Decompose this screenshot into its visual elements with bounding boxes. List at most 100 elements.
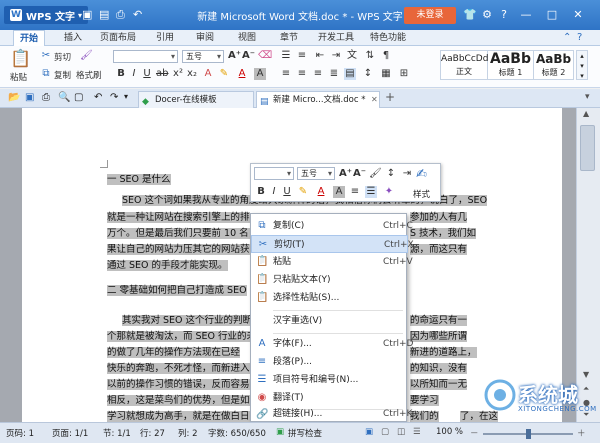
doc-line[interactable]: 通过 SEO 的手段才能实现。 — [107, 258, 228, 273]
font-color-icon[interactable]: A — [315, 186, 327, 198]
float-size-select[interactable]: 五号 — [297, 167, 335, 180]
paste-label[interactable]: 粘贴 — [10, 71, 27, 83]
cut-button[interactable]: 剪切 — [54, 51, 71, 63]
tab-references[interactable]: 引用 — [156, 30, 174, 46]
grow-font-icon[interactable]: A⁺ — [228, 50, 241, 62]
menu-copy[interactable]: ⧉ 复制(C) Ctrl+C — [251, 217, 412, 235]
doc-heading-1[interactable]: 一 SEO 是什么 — [107, 172, 171, 187]
chevron-up-icon[interactable]: ⌃ — [563, 32, 571, 43]
menu-translate[interactable]: ◉ 翻译(T) — [251, 389, 408, 407]
italic-icon[interactable]: I — [128, 68, 140, 80]
tab-home[interactable]: 开始 — [13, 30, 46, 46]
print-preview-icon[interactable]: 🔍 — [58, 92, 70, 103]
tab-document[interactable]: ▤ 新建 Micro...文档.doc * ✕ — [256, 91, 380, 108]
doc-line[interactable]: 果让自己的网站力压其它的网站获 — [107, 242, 250, 257]
chinese-layout-icon[interactable]: 文 — [346, 50, 358, 62]
doc-line-right[interactable]: 新进的道路上， — [410, 345, 477, 360]
highlight-icon[interactable]: ✎ — [218, 68, 230, 80]
bold-icon[interactable]: B — [255, 186, 267, 198]
decrease-indent-icon[interactable]: ⇤ — [314, 50, 326, 62]
tab-developer[interactable]: 开发工具 — [318, 30, 354, 46]
menu-paste[interactable]: 📋 粘贴 Ctrl+V — [251, 253, 413, 271]
increase-indent-icon[interactable]: ⇥ — [330, 50, 342, 62]
status-line[interactable]: 行: 27 — [140, 427, 165, 439]
style-heading2[interactable]: AaBb 标题 2 — [534, 50, 574, 80]
status-zoom[interactable]: 100 % — [436, 427, 463, 437]
align-center-icon[interactable]: ≡ — [296, 68, 308, 80]
format-painter-icon[interactable]: 🖌 — [80, 50, 93, 62]
copy-icon[interactable]: ⧉ — [40, 68, 52, 80]
align-icon[interactable]: ≡ — [349, 186, 361, 198]
styles-button[interactable]: 样式 — [413, 188, 430, 200]
print-icon[interactable]: ⎙ — [42, 92, 50, 103]
status-col[interactable]: 列: 2 — [178, 427, 197, 439]
font-size-select[interactable]: 五号 — [182, 50, 224, 63]
help-icon[interactable]: ? — [497, 8, 511, 22]
doc-line[interactable]: 以前的操作习惯的错误，反而容易 — [107, 377, 250, 392]
format-painter-icon[interactable]: ✦ — [383, 186, 395, 198]
menu-hyperlink[interactable]: 🔗 超链接(H)... Ctrl+K — [251, 407, 412, 422]
doc-line-right[interactable]: 因为哪些所谓 — [410, 329, 468, 344]
view-outline-icon[interactable]: ☰ — [413, 427, 421, 437]
open-folder-icon[interactable]: 📂 — [8, 92, 20, 103]
indent-icon[interactable]: ⇥ — [401, 168, 413, 180]
char-shading-icon[interactable]: A — [333, 186, 345, 198]
clear-format-icon[interactable]: ⌫ — [258, 50, 272, 62]
shrink-font-icon[interactable]: A⁻ — [242, 50, 255, 62]
zoom-slider-thumb[interactable] — [526, 429, 531, 439]
italic-icon[interactable]: I — [268, 186, 280, 198]
line-spacing-icon[interactable]: ↕ — [362, 68, 374, 80]
doc-line-right[interactable]: 以所知而一无 — [410, 377, 468, 392]
status-page[interactable]: 页码: 1 — [6, 427, 34, 439]
redo-icon[interactable]: ↷ — [110, 92, 118, 103]
format-painter-icon[interactable]: 🖌 — [369, 168, 382, 180]
zoom-out-icon[interactable]: － — [470, 427, 479, 439]
superscript-icon[interactable]: x² — [172, 68, 184, 80]
minimize-icon[interactable]: — — [519, 8, 533, 22]
chevron-down-icon[interactable]: ▾ — [124, 92, 128, 101]
pdf-icon[interactable]: ▢ — [74, 92, 83, 103]
numbering-icon[interactable]: ≡ — [296, 50, 308, 62]
doc-line-right[interactable]: 的命运只有一 — [410, 313, 468, 328]
menu-cut[interactable]: ✂ 剪切(T) Ctrl+X — [251, 235, 414, 253]
tab-page-layout[interactable]: 页面布局 — [100, 30, 136, 46]
doc-line[interactable]: 其实我对 SEO 这个行业的判断是 — [122, 313, 262, 328]
style-normal[interactable]: AaBbCcDd 正文 — [440, 50, 488, 80]
close-tab-icon[interactable]: ✕ — [371, 92, 378, 108]
doc-line-right[interactable]: 参加的人有几 — [410, 210, 468, 225]
view-print-icon[interactable]: ▣ — [365, 427, 373, 437]
tab-sections[interactable]: 章节 — [280, 30, 298, 46]
tab-list-icon[interactable]: ▾ — [585, 92, 590, 102]
view-full-icon[interactable]: ▢ — [381, 427, 389, 437]
line-spacing-icon[interactable]: ↕ — [385, 168, 397, 180]
tab-docer-templates[interactable]: ◆ Docer-在线模板 — [138, 91, 254, 108]
tab-review[interactable]: 审阅 — [196, 30, 214, 46]
copy-button[interactable]: 复制 — [54, 69, 71, 81]
maximize-icon[interactable]: □ — [545, 8, 559, 22]
strikethrough-icon[interactable]: ab — [156, 68, 168, 80]
borders-icon[interactable]: ⊞ — [398, 68, 410, 80]
align-left-icon[interactable]: ≡ — [280, 68, 292, 80]
list-icon[interactable]: ☰ — [365, 186, 377, 198]
float-font-select[interactable] — [254, 167, 294, 180]
menu-bullets[interactable]: ☰ 项目符号和编号(N)... — [251, 371, 408, 389]
menu-hanzi-reselect[interactable]: 汉字重选(V) — [251, 312, 408, 330]
doc-line[interactable]: 相反，这是菜鸟们的优势，但是如何 — [107, 393, 260, 408]
help-circle-icon[interactable]: ? — [577, 32, 582, 43]
new-tab-icon[interactable]: + — [385, 90, 395, 104]
doc-heading-2[interactable]: 二 零基础如何把自己打造成 SEO — [107, 283, 247, 298]
doc-line[interactable]: 的做了几年的操作方法现在已经 — [107, 345, 241, 360]
bullets-icon[interactable]: ☰ — [280, 50, 292, 62]
status-words[interactable]: 字数: 650/650 — [208, 427, 266, 439]
doc-line[interactable]: 万个。但是最后我们只要前 10 名， — [107, 226, 259, 241]
status-spellcheck[interactable]: 拼写检查 — [288, 427, 322, 439]
tab-insert[interactable]: 插入 — [64, 30, 82, 46]
paste-icon[interactable]: 📋 — [10, 49, 32, 69]
tab-view[interactable]: 视图 — [238, 30, 256, 46]
doc-line[interactable]: 学习就想成为高手，就是在做白日 — [107, 409, 250, 422]
sort-icon[interactable]: ⇅ — [364, 50, 376, 62]
distributed-icon[interactable]: ▤ — [344, 68, 356, 80]
bold-icon[interactable]: B — [115, 68, 127, 80]
menu-font[interactable]: A 字体(F)... Ctrl+D — [251, 335, 414, 353]
subscript-icon[interactable]: x₂ — [186, 68, 198, 80]
